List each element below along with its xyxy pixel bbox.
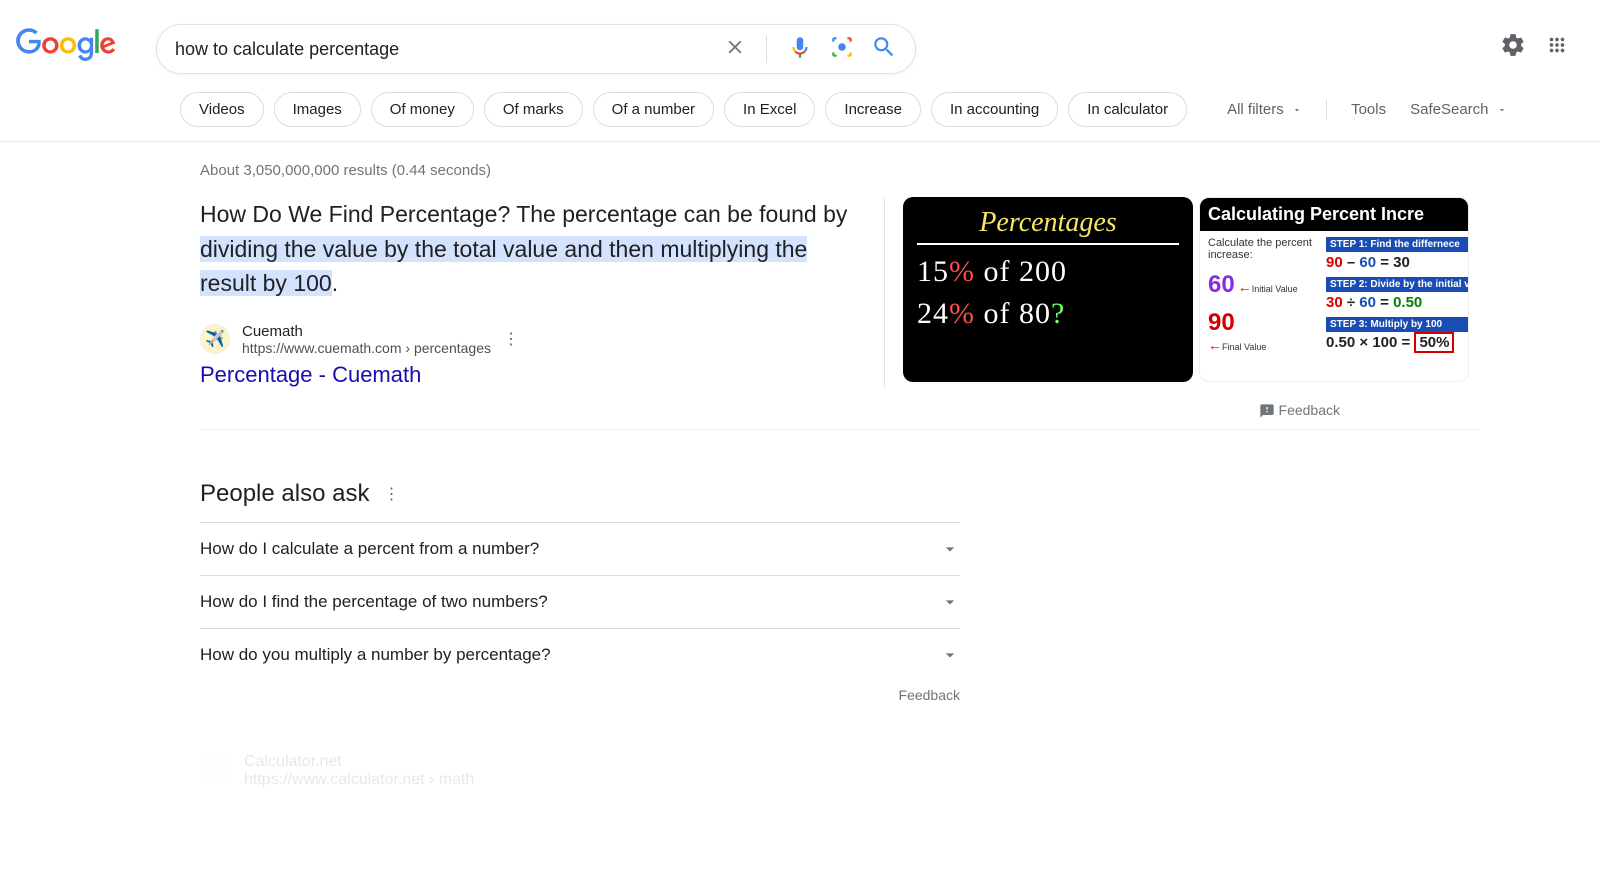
paa-item[interactable]: How do I calculate a percent from a numb… [200, 522, 960, 575]
people-also-ask-title: People also ask [200, 480, 369, 508]
chevron-down-icon [940, 539, 960, 559]
faded-result: Calculator.net https://www.calculator.ne… [200, 753, 1600, 789]
result-title-link[interactable]: Percentage - Cuemath [200, 362, 860, 388]
chip-increase[interactable]: Increase [825, 92, 921, 127]
google-logo[interactable] [16, 28, 116, 67]
paa-item[interactable]: How do I find the percentage of two numb… [200, 575, 960, 628]
apps-icon[interactable] [1546, 34, 1568, 61]
site-url: https://www.cuemath.com › percentages [242, 340, 491, 356]
all-filters-button[interactable]: All filters [1227, 101, 1302, 118]
more-icon[interactable]: ⋮ [383, 484, 399, 504]
chip-in-excel[interactable]: In Excel [724, 92, 815, 127]
search-input[interactable] [175, 39, 724, 60]
chip-images[interactable]: Images [274, 92, 361, 127]
mic-icon[interactable] [787, 34, 813, 65]
settings-icon[interactable] [1500, 32, 1526, 63]
site-name: Calculator.net [244, 753, 474, 771]
search-icon[interactable] [871, 34, 897, 65]
feedback-link[interactable]: Feedback [200, 388, 1480, 430]
chip-in-calculator[interactable]: In calculator [1068, 92, 1187, 127]
result-stats: About 3,050,000,000 results (0.44 second… [200, 162, 1600, 179]
chevron-down-icon [940, 645, 960, 665]
search-bar [156, 24, 916, 74]
safesearch-button[interactable]: SafeSearch [1410, 101, 1507, 118]
divider [1326, 100, 1327, 120]
chip-of-money[interactable]: Of money [371, 92, 474, 127]
more-icon[interactable]: ⋮ [503, 329, 519, 349]
thumbnail-1[interactable]: Percentages 15% of 200 24% of 80? [903, 197, 1193, 382]
feedback-link[interactable]: Feedback [200, 687, 960, 703]
chip-videos[interactable]: Videos [180, 92, 264, 127]
featured-snippet-text: How Do We Find Percentage? The percentag… [200, 197, 860, 301]
site-url: https://www.calculator.net › math [244, 771, 474, 789]
site-name: Cuemath [242, 323, 491, 340]
chip-in-accounting[interactable]: In accounting [931, 92, 1058, 127]
clear-icon[interactable] [724, 36, 746, 63]
tools-button[interactable]: Tools [1351, 101, 1386, 118]
thumbnail-2[interactable]: Calculating Percent Incre Calculate the … [1199, 197, 1469, 382]
chip-of-marks[interactable]: Of marks [484, 92, 583, 127]
filter-row: Videos Images Of money Of marks Of a num… [0, 74, 1600, 142]
site-favicon: ✈️ [200, 324, 230, 354]
chip-of-a-number[interactable]: Of a number [593, 92, 714, 127]
featured-images: Percentages 15% of 200 24% of 80? Calcul… [884, 197, 1469, 388]
divider [766, 35, 767, 63]
site-favicon [200, 753, 230, 783]
chevron-down-icon [940, 592, 960, 612]
paa-item[interactable]: How do you multiply a number by percenta… [200, 628, 960, 681]
lens-icon[interactable] [829, 34, 855, 65]
